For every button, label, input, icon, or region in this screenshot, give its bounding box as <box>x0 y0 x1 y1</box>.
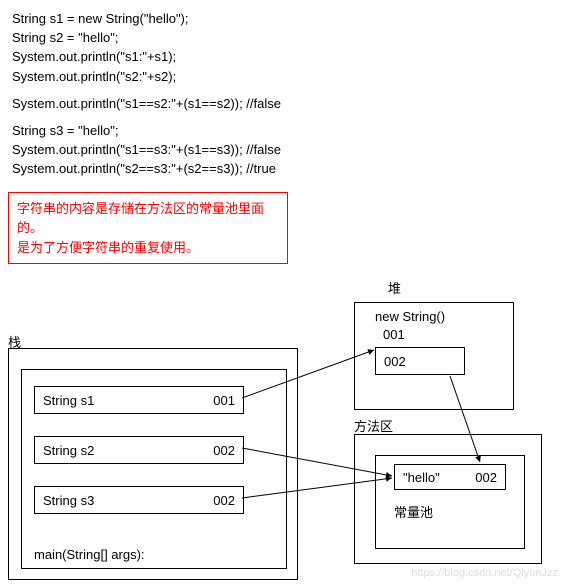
heap-address: 001 <box>383 327 405 342</box>
code-line: System.out.println("s1:"+s1); <box>12 48 554 66</box>
code-line: String s3 = "hello"; <box>12 122 554 140</box>
heap-object-label: new String() <box>375 309 445 324</box>
stack-box: String s1 001 String s2 002 String s3 00… <box>8 348 298 580</box>
var-val: 002 <box>213 493 235 508</box>
stack-row-s2: String s2 002 <box>34 436 244 464</box>
method-area-box: "hello" 002 常量池 <box>354 434 542 564</box>
var-name: String s2 <box>43 443 94 458</box>
stack-row-s1: String s1 001 <box>34 386 244 414</box>
var-name: String s1 <box>43 393 94 408</box>
code-line: System.out.println("s2==s3:"+(s2==s3)); … <box>12 160 554 178</box>
note-line: 是为了方便字符串的重复使用。 <box>17 238 279 258</box>
main-label: main(String[] args): <box>34 547 145 562</box>
var-name: String s3 <box>43 493 94 508</box>
var-val: 001 <box>213 393 235 408</box>
heap-ref-cell: 002 <box>375 347 465 375</box>
method-area-label: 方法区 <box>354 416 393 435</box>
watermark: https://blog.csdn.net/QiyunJzz <box>411 567 558 579</box>
code-line: String s1 = new String("hello"); <box>12 10 554 28</box>
code-line: System.out.println("s1==s3:"+(s1==s3)); … <box>12 141 554 159</box>
constant-pool-box: "hello" 002 常量池 <box>375 455 525 549</box>
note-box: 字符串的内容是存储在方法区的常量池里面的。 是为了方便字符串的重复使用。 <box>8 192 288 265</box>
code-line: System.out.println("s1==s2:"+(s1==s2)); … <box>12 95 554 113</box>
pool-label: 常量池 <box>394 502 433 521</box>
note-line: 字符串的内容是存储在方法区的常量池里面的。 <box>17 199 279 238</box>
var-val: 002 <box>213 443 235 458</box>
heap-box: new String() 001 002 <box>354 302 514 410</box>
code-block: String s1 = new String("hello"); String … <box>0 0 566 186</box>
main-frame: String s1 001 String s2 002 String s3 00… <box>21 369 287 569</box>
pool-entry: "hello" 002 <box>394 464 506 490</box>
stack-row-s3: String s3 002 <box>34 486 244 514</box>
code-line: System.out.println("s2:"+s2); <box>12 68 554 86</box>
code-line: String s2 = "hello"; <box>12 29 554 47</box>
pool-address: 002 <box>475 470 497 485</box>
pool-value: "hello" <box>403 470 440 485</box>
heap-label: 堆 <box>388 278 401 297</box>
